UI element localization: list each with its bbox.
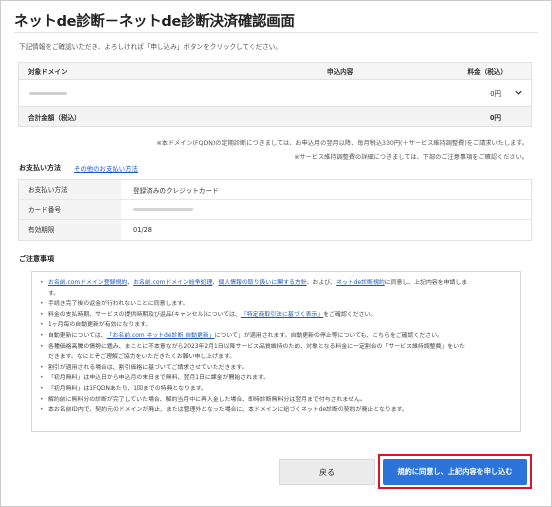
caution-item: 解約前に無料分の診断が完了していた場合、解約当月中に再入金した場合、即時診断無料…	[40, 395, 512, 406]
privacy-policy-link[interactable]: 個人情報の取り扱いに関する方針	[218, 280, 306, 286]
caution-item: お名前.comドメイン登録規約、お名前.comドメイン紛争処理、個人情報の取り扱…	[40, 278, 512, 289]
caution-item: 料金の支払時期、サービスの提供時期及び返品(キャンセル)については、「特定商取引…	[40, 310, 512, 321]
caution-box: お名前.comドメイン登録規約、お名前.comドメイン紛争処理、個人情報の取り扱…	[31, 271, 521, 432]
caution-item: 割引が適用される場合は、割引価格に基づいてご請求させていただきます。	[40, 363, 512, 374]
order-summary-table: 対象ドメイン 申込内容 料金（税込） 0円 合計金額（税込） 0円	[18, 62, 532, 127]
caution-item: 「初月無料」は1FQDNあたり、1回までの特典となります。	[40, 384, 512, 395]
agree-submit-button[interactable]: 規約に同意し、上記内容を申し込む	[383, 459, 527, 485]
payment-method-value: 登録済みのクレジットカード	[133, 186, 219, 195]
header-content: 申込内容	[327, 68, 354, 76]
page-title: ネットde診断－ネットde診断決済確認画面	[14, 14, 295, 30]
fee-adjust-note: ※サービス維持調整費の詳細につきましては、下部のご注意事項をご確認ください。	[294, 154, 528, 161]
caution-item: 「初月無料」は申込日から申込月の末日まで無料、翌月1日に課金が開始されます。	[40, 373, 512, 384]
header-domain: 対象ドメイン	[28, 68, 68, 76]
caution-item: 手続き完了後の返金が行われないことに同意します。	[40, 299, 512, 310]
back-button[interactable]: 戻る	[279, 459, 375, 485]
item-fee: 0円	[490, 90, 501, 98]
total-label: 合計金額（税込）	[28, 113, 81, 122]
summary-total-row: 合計金額（税込） 0円	[19, 107, 531, 126]
netde-terms-link[interactable]: ネットde診断規約	[336, 280, 385, 286]
caution-item: 本お名前ID内で、契約元のドメインが廃止、または管理外となった場合に、本ドメイン…	[40, 405, 512, 416]
confirmation-page: ネットde診断－ネットde診断決済確認画面 下記情報をご確認いただき、よろしけれ…	[0, 0, 552, 507]
summary-header-row: 対象ドメイン 申込内容 料金（税込）	[19, 63, 531, 80]
caution-item: 各種価格高騰の情勢に鑑み、まことに不本意ながら2023年2月1日以降サービス品質…	[40, 342, 512, 353]
chevron-down-icon[interactable]	[514, 88, 523, 97]
total-value: 0円	[489, 113, 501, 122]
expiry-label: 有効期限	[19, 220, 121, 240]
caution-item-cont: す。	[48, 290, 60, 297]
payment-section-title: お支払い方法	[19, 164, 61, 172]
header-fee: 料金（税込）	[467, 68, 507, 76]
lead-text: 下記情報をご確認いただき、よろしければ「申し込み」ボタンをクリックしてください。	[19, 43, 282, 51]
payment-method-label: お支払い方法	[19, 180, 121, 199]
redacted-domain	[29, 92, 67, 95]
title-divider	[14, 32, 538, 33]
expiry-value: 01/28	[133, 226, 153, 234]
caution-item: 1ヶ月毎の自動更新が有効になります。	[40, 320, 512, 331]
payment-method-row: お支払い方法 登録済みのクレジットカード	[19, 180, 531, 200]
caution-section-title: ご注意事項	[19, 255, 54, 263]
caution-item: 自動更新については、「お名前.com ネットde診断 自動更新」について」が適用…	[40, 331, 512, 342]
registration-terms-link[interactable]: お名前.comドメイン登録規約	[48, 280, 127, 286]
card-number-label: カード番号	[19, 200, 121, 219]
auto-renew-link[interactable]: 「お名前.com ネットde診断 自動更新」	[107, 333, 215, 339]
card-number-row: カード番号	[19, 200, 531, 220]
dispute-policy-link[interactable]: お名前.comドメイン紛争処理	[133, 280, 212, 286]
expiry-row: 有効期限 01/28	[19, 220, 531, 240]
summary-item-row[interactable]: 0円	[19, 80, 531, 107]
redacted-card-number	[133, 208, 193, 211]
commerce-law-link[interactable]: 「特定商取引法に基づく表示」	[241, 312, 323, 318]
caution-item-cont: だきます。なにとぞご理解ご協力をいただきたくお願い申し上げます。	[48, 354, 236, 361]
payment-table: お支払い方法 登録済みのクレジットカード カード番号 有効期限 01/28	[18, 179, 532, 241]
other-payment-link[interactable]: その他のお支払い方法	[74, 164, 138, 173]
fqdn-billing-note: ※本ドメイン(FQDN)の定期診断につきましては、お申込月の翌月以降、毎月税込3…	[156, 140, 528, 147]
